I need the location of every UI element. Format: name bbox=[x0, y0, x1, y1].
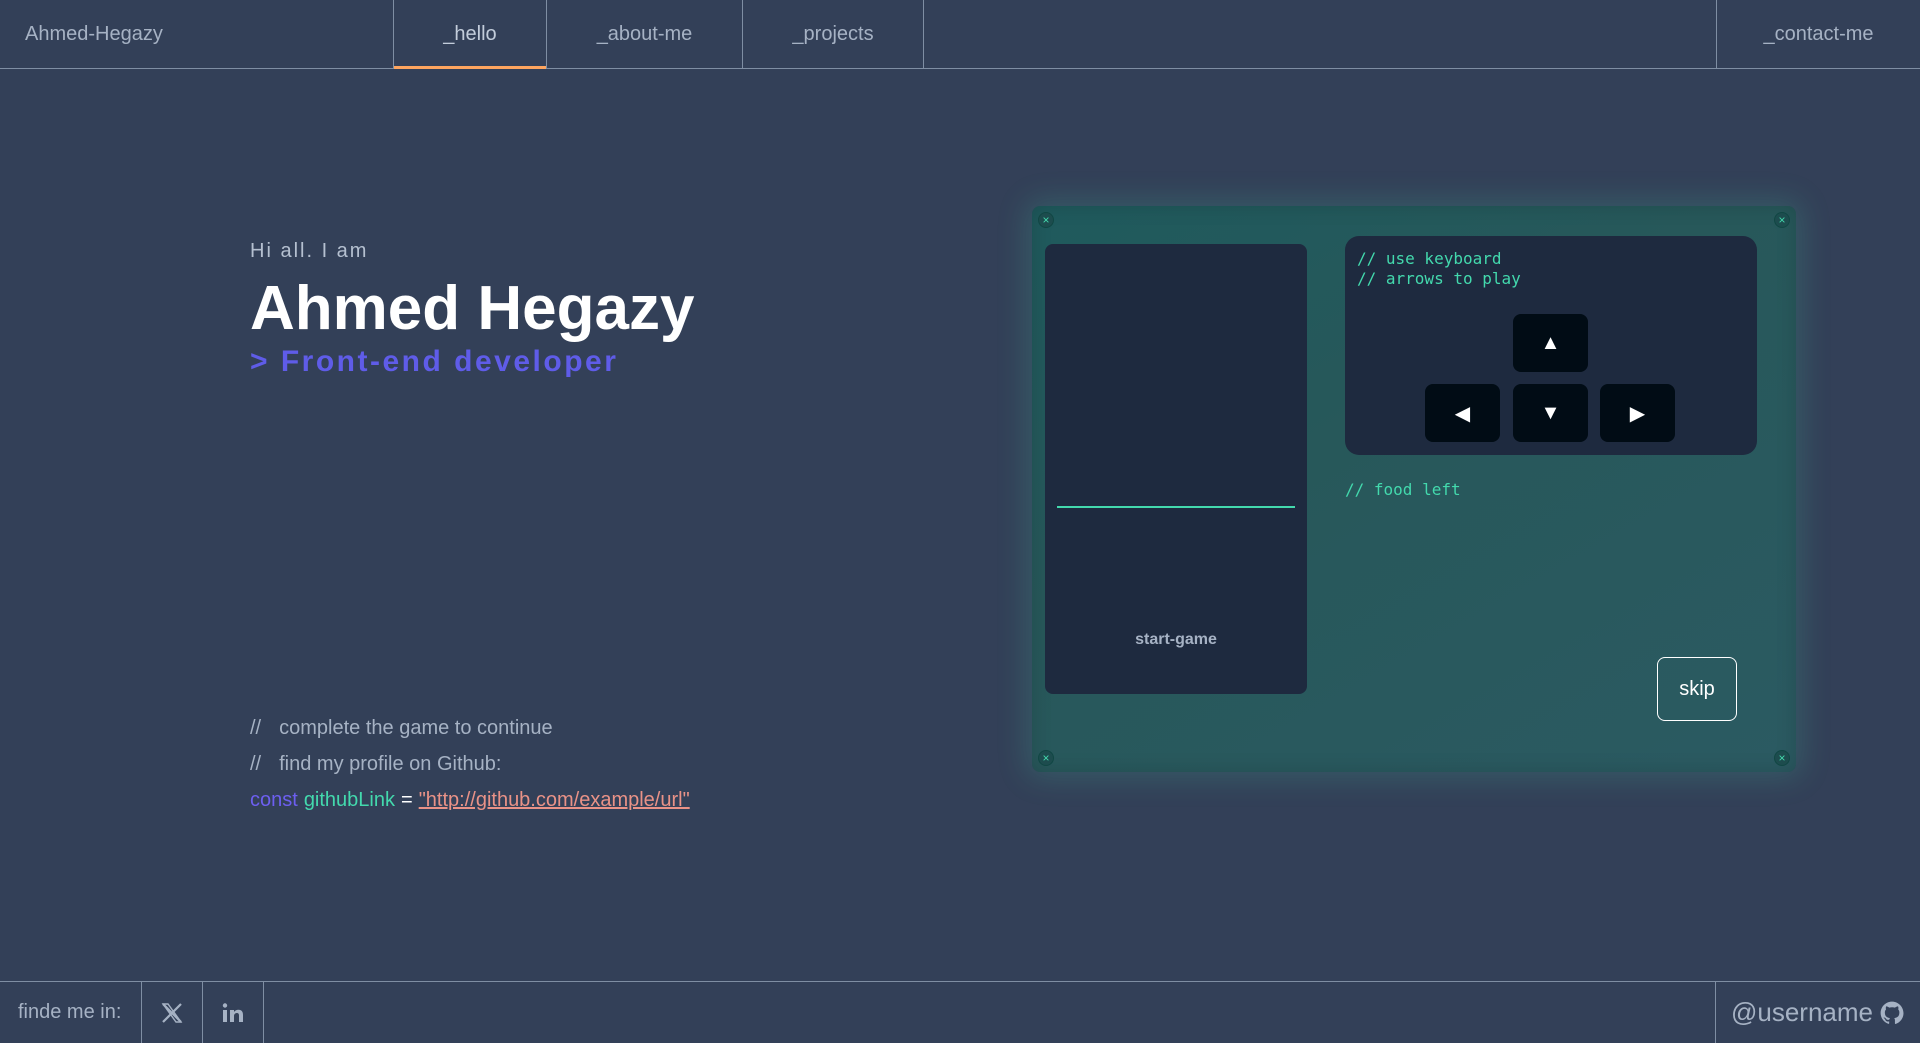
github-username-link[interactable]: @username bbox=[1715, 982, 1920, 1043]
arrow-right-key[interactable]: ▶ bbox=[1600, 384, 1675, 442]
controls-panel: // use keyboard // arrows to play ▲ ◀ ▼ … bbox=[1345, 236, 1757, 455]
arrow-up-key[interactable]: ▲ bbox=[1513, 314, 1588, 372]
bolt-icon: × bbox=[1774, 212, 1790, 228]
footer: finde me in: @username bbox=[0, 981, 1920, 1043]
x-social-link[interactable] bbox=[142, 982, 203, 1043]
hero-name: Ahmed Hegazy bbox=[250, 274, 695, 343]
comment-slashes: // bbox=[250, 716, 262, 739]
comment-slashes: // bbox=[250, 752, 262, 775]
code-operator: = bbox=[401, 788, 413, 811]
x-icon bbox=[161, 1002, 183, 1023]
comment-line-2: // find my profile on Github: bbox=[250, 746, 690, 782]
arrow-left-key[interactable]: ◀ bbox=[1425, 384, 1500, 442]
hero-section: Hi all. I am Ahmed Hegazy > Front-end de… bbox=[250, 240, 694, 379]
github-icon bbox=[1880, 1001, 1904, 1024]
github-link[interactable]: "http://github.com/example/url" bbox=[419, 789, 690, 812]
controls-instructions: // use keyboard // arrows to play bbox=[1357, 249, 1521, 289]
greeting-text: Hi all. I am bbox=[250, 240, 369, 262]
tab-contact-me[interactable]: _contact-me bbox=[1716, 0, 1920, 68]
top-nav: Ahmed-Hegazy _hello _about-me _projects … bbox=[0, 0, 1920, 69]
code-keyword: const bbox=[250, 788, 298, 811]
brand-name[interactable]: Ahmed-Hegazy bbox=[0, 0, 394, 68]
instructions-line-1: // use keyboard bbox=[1357, 249, 1502, 268]
github-comments: // complete the game to continue // find… bbox=[250, 710, 690, 818]
linkedin-icon bbox=[222, 1002, 243, 1022]
code-line: const githubLink = "http://github.com/ex… bbox=[250, 782, 690, 818]
skip-button[interactable]: skip bbox=[1657, 657, 1737, 721]
snake-body bbox=[1057, 506, 1295, 508]
start-game-button[interactable]: start-game bbox=[1045, 631, 1307, 649]
hero-role: > Front-end developer bbox=[250, 345, 619, 379]
find-me-label: finde me in: bbox=[0, 982, 142, 1043]
bolt-icon: × bbox=[1038, 750, 1054, 766]
arrow-right-icon: ▶ bbox=[1629, 402, 1646, 425]
arrow-down-icon: ▼ bbox=[1540, 401, 1561, 424]
tab-about-me[interactable]: _about-me bbox=[547, 0, 743, 68]
comment-text-1: complete the game to continue bbox=[279, 716, 553, 739]
arrow-down-key[interactable]: ▼ bbox=[1513, 384, 1588, 442]
bolt-icon: × bbox=[1038, 212, 1054, 228]
food-left-label: // food left bbox=[1345, 480, 1461, 499]
instructions-line-2: // arrows to play bbox=[1357, 269, 1521, 288]
bolt-icon: × bbox=[1774, 750, 1790, 766]
linkedin-social-link[interactable] bbox=[203, 982, 264, 1043]
arrow-left-icon: ◀ bbox=[1454, 402, 1471, 425]
arrow-up-icon: ▲ bbox=[1540, 331, 1561, 354]
tab-hello[interactable]: _hello bbox=[394, 0, 547, 69]
tab-projects[interactable]: _projects bbox=[743, 0, 924, 68]
snake-game-board: × × × × start-game // use keyboard // ar… bbox=[1032, 206, 1796, 772]
game-screen[interactable]: start-game bbox=[1045, 244, 1307, 694]
comment-text-2: find my profile on Github: bbox=[279, 752, 502, 775]
github-username: @username bbox=[1730, 997, 1873, 1027]
footer-spacer bbox=[264, 982, 1715, 1043]
code-variable: githubLink bbox=[303, 788, 395, 811]
comment-line-1: // complete the game to continue bbox=[250, 710, 690, 746]
